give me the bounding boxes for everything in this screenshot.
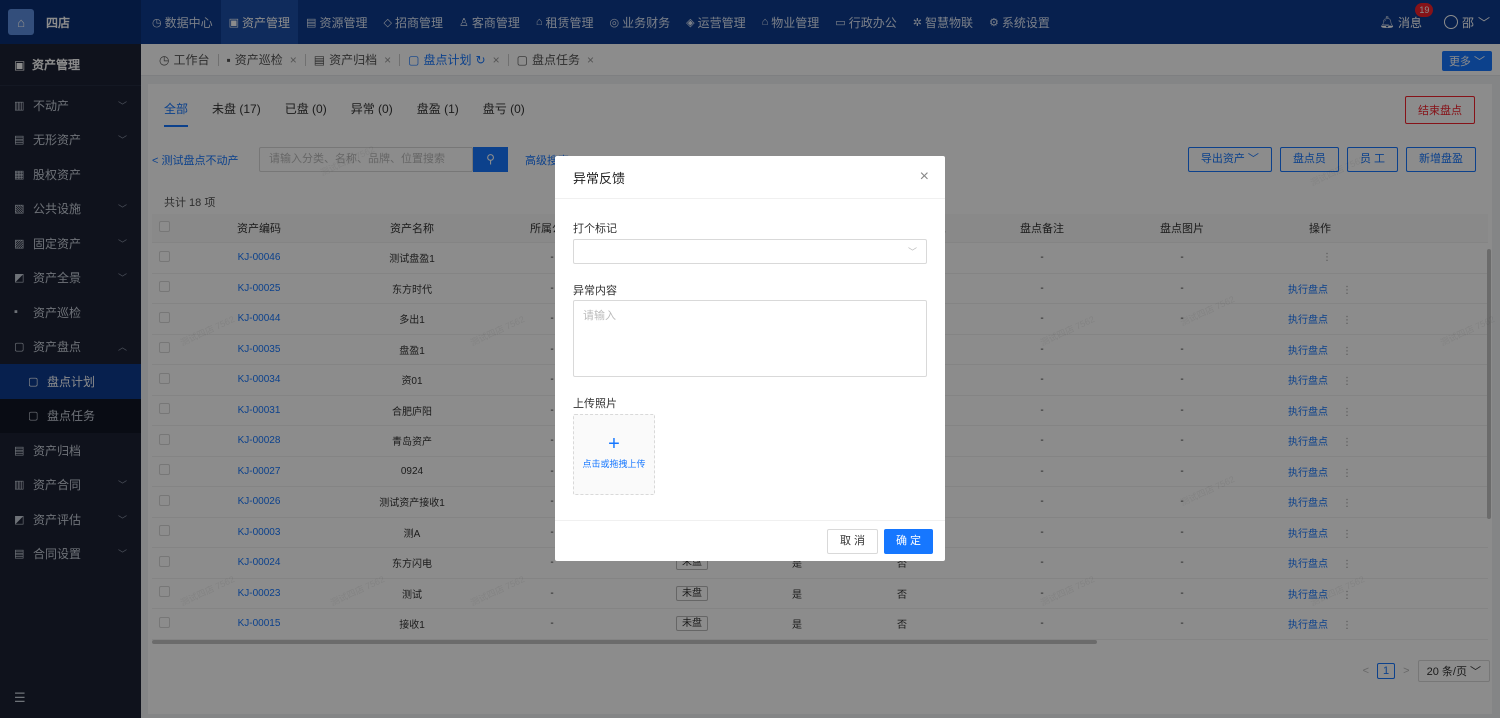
dialog-title: 异常反馈 [573, 170, 626, 186]
mark-label: 打个标记 [573, 223, 617, 235]
confirm-button[interactable]: 确 定 [883, 529, 933, 554]
dialog-header: 异常反馈 × [555, 156, 945, 199]
close-icon[interactable]: × [920, 168, 929, 186]
exception-feedback-dialog: 异常反馈 × 打个标记 ﹀ 异常内容 请输入 上传照片 + 点击或拖拽上传 取 … [555, 156, 945, 561]
upload-hint: 点击或拖拽上传 [582, 459, 646, 469]
content-textarea[interactable]: 请输入 [573, 300, 927, 377]
chevron-down-icon: ﹀ [907, 247, 917, 257]
content-label: 异常内容 [573, 285, 617, 297]
dialog-footer: 取 消 确 定 [555, 520, 945, 561]
cancel-button[interactable]: 取 消 [826, 529, 878, 554]
photo-label: 上传照片 [573, 398, 617, 410]
photo-upload-area[interactable]: + 点击或拖拽上传 [573, 414, 655, 495]
mark-select[interactable]: ﹀ [573, 239, 927, 264]
plus-icon: + [608, 433, 620, 455]
